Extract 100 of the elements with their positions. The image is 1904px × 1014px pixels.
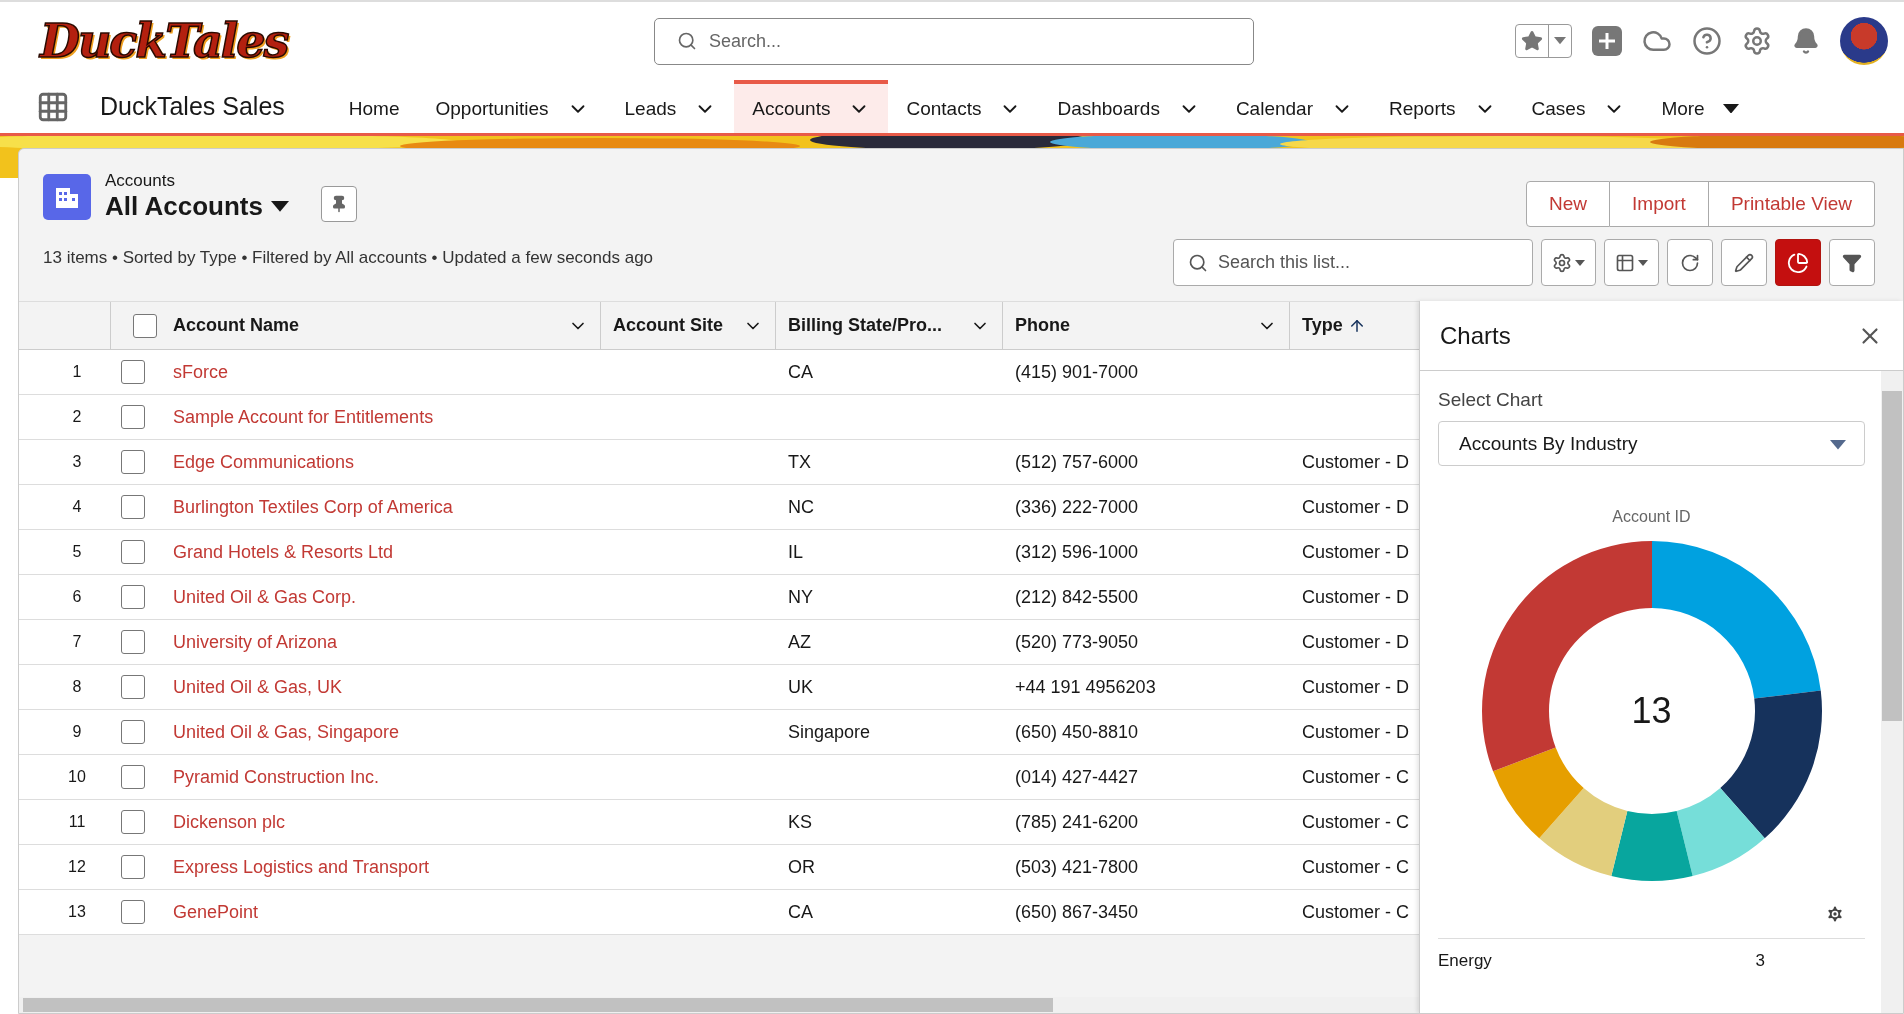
table-cell: Customer - D — [1302, 541, 1409, 562]
table-cell: Customer - D — [1302, 676, 1409, 697]
toolbar-button[interactable] — [1667, 239, 1713, 286]
logo[interactable]: DuckTales — [40, 14, 330, 68]
pie-chart-icon — [1787, 251, 1809, 274]
chart-select[interactable]: Accounts By Industry — [1438, 421, 1865, 466]
account-link[interactable]: Grand Hotels & Resorts Ltd — [161, 541, 406, 562]
app-name: DuckTales Sales — [100, 91, 285, 122]
nav-tab[interactable]: Reports — [1371, 80, 1514, 133]
nav-tab[interactable]: Leads — [606, 80, 735, 133]
table-cell: AZ — [788, 631, 811, 652]
account-link[interactable]: United Oil & Gas, UK — [161, 676, 355, 697]
account-link[interactable]: Dickenson plc — [161, 811, 298, 832]
row-checkbox[interactable] — [121, 765, 145, 789]
row-checkbox[interactable] — [121, 495, 145, 519]
toolbar-button[interactable] — [1829, 239, 1875, 286]
row-number: 2 — [71, 408, 83, 426]
row-number: 12 — [67, 858, 87, 876]
row-checkbox[interactable] — [121, 405, 145, 429]
row-checkbox[interactable] — [121, 675, 145, 699]
settings-icon[interactable] — [1742, 26, 1772, 56]
toolbar-button[interactable] — [1775, 239, 1821, 286]
search-icon — [1188, 252, 1208, 273]
account-link[interactable]: Burlington Textiles Corp of America — [161, 496, 465, 517]
table-cell: Customer - C — [1302, 901, 1409, 922]
table-cell: OR — [788, 856, 815, 877]
table-cell: IL — [788, 541, 803, 562]
row-number: 7 — [71, 633, 83, 651]
list-search-field[interactable]: Search this list... — [1173, 239, 1533, 286]
caret-icon — [1638, 259, 1648, 266]
nav-tab[interactable]: Contacts — [888, 80, 1040, 133]
add-icon[interactable] — [1592, 26, 1622, 56]
nav-tab[interactable]: More — [1643, 80, 1757, 133]
row-number: 3 — [71, 453, 83, 471]
column-header[interactable]: Billing State/Pro... — [776, 302, 1003, 349]
table-cell: (014) 427-4427 — [1015, 766, 1139, 787]
select-all-checkbox[interactable] — [133, 313, 157, 338]
row-number: 5 — [71, 543, 83, 561]
user-avatar[interactable] — [1840, 17, 1888, 65]
settings-icon[interactable] — [1825, 904, 1845, 924]
star-icon — [1521, 30, 1543, 52]
row-checkbox[interactable] — [121, 540, 145, 564]
account-link[interactable]: Pyramid Construction Inc. — [161, 766, 392, 787]
table-cell: Customer - D — [1302, 586, 1409, 607]
search-field[interactable]: Search... — [654, 17, 1254, 65]
table-icon — [1615, 252, 1635, 273]
table-cell: NY — [788, 586, 813, 607]
vertical-scrollbar[interactable] — [1881, 371, 1903, 1013]
table-cell: Customer - D — [1302, 451, 1409, 472]
row-checkbox[interactable] — [121, 450, 145, 474]
panel-title: Charts — [1440, 321, 1511, 350]
nav-tab[interactable]: Cases — [1513, 80, 1644, 133]
row-checkbox[interactable] — [121, 810, 145, 834]
account-link[interactable]: Edge Communications — [161, 451, 367, 472]
nav-tab[interactable]: Home — [330, 80, 418, 133]
action-button[interactable]: Printable View — [1708, 181, 1875, 227]
account-link[interactable]: United Oil & Gas Corp. — [161, 586, 369, 607]
column-header[interactable]: Phone — [1003, 302, 1290, 349]
nav-tab[interactable]: Calendar — [1217, 80, 1371, 133]
table-cell: (650) 867-3450 — [1015, 901, 1139, 922]
list-view-selector[interactable]: All Accounts — [105, 191, 289, 222]
column-header[interactable]: Type — [1290, 302, 1419, 349]
row-checkbox[interactable] — [121, 630, 145, 654]
account-link[interactable]: United Oil & Gas, Singapore — [161, 721, 412, 742]
toolbar-button[interactable] — [1604, 239, 1659, 286]
action-button[interactable]: New — [1526, 181, 1611, 227]
column-header[interactable]: Account Site — [601, 302, 776, 349]
action-button[interactable]: Import — [1610, 181, 1709, 227]
account-link[interactable]: GenePoint — [161, 901, 271, 922]
account-link[interactable]: sForce — [161, 361, 240, 382]
nav-tab[interactable]: Accounts — [734, 80, 889, 133]
row-checkbox[interactable] — [121, 720, 145, 744]
table-cell: CA — [788, 901, 813, 922]
nav-tab[interactable]: Dashboards — [1039, 80, 1218, 133]
toolbar-button[interactable] — [1541, 239, 1596, 286]
toolbar-button[interactable] — [1721, 239, 1767, 286]
help-icon[interactable] — [1692, 26, 1722, 56]
table-cell: +44 191 4956203 — [1015, 676, 1156, 697]
table-cell: UK — [788, 676, 813, 697]
pin-button[interactable] — [320, 185, 357, 222]
nav-tab[interactable]: Opportunities — [417, 80, 607, 133]
account-link[interactable]: Express Logistics and Transport — [161, 856, 442, 877]
table-cell: Customer - C — [1302, 856, 1409, 877]
chart-title: Account ID — [1612, 508, 1691, 526]
row-number: 10 — [67, 768, 87, 786]
row-checkbox[interactable] — [121, 900, 145, 924]
table-cell: NC — [788, 496, 814, 517]
account-link[interactable]: University of Arizona — [161, 631, 350, 652]
favorites-button[interactable] — [1515, 24, 1572, 58]
table-cell: (415) 901-7000 — [1015, 361, 1139, 382]
row-checkbox[interactable] — [121, 585, 145, 609]
account-link[interactable]: Sample Account for Entitlements — [161, 406, 446, 427]
row-number: 4 — [71, 498, 83, 516]
table-cell: Customer - D — [1302, 631, 1409, 652]
row-checkbox[interactable] — [121, 855, 145, 879]
row-checkbox[interactable] — [121, 360, 145, 384]
column-header[interactable]: Account Name — [161, 302, 601, 349]
settings-icon — [1552, 252, 1572, 273]
notifications-icon[interactable] — [1792, 27, 1820, 55]
table-cell: KS — [788, 811, 812, 832]
